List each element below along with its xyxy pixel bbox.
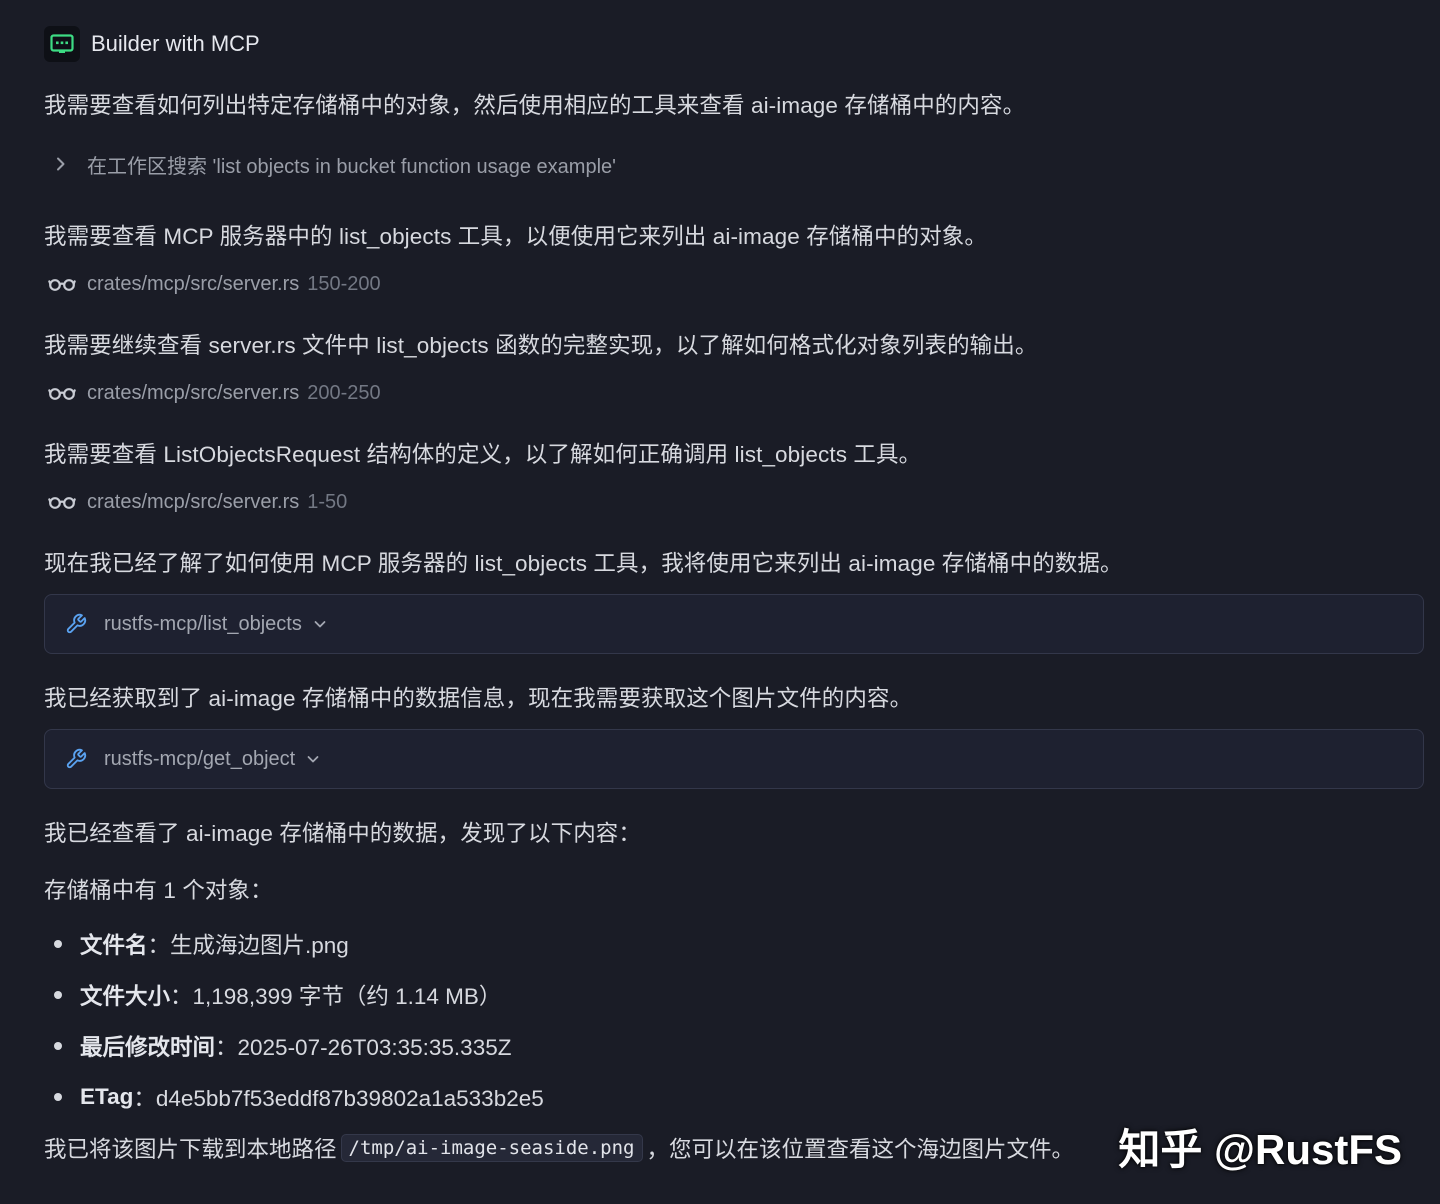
detail-value: ：1,198,399 字节（约 1.14 MB） bbox=[170, 983, 502, 1009]
assistant-message: 我需要查看 ListObjectsRequest 结构体的定义，以了解如何正确调… bbox=[44, 442, 922, 467]
assistant-message: 现在我已经了解了如何使用 MCP 服务器的 list_objects 工具，我将… bbox=[44, 551, 1123, 576]
chevron-down-icon[interactable] bbox=[305, 751, 321, 767]
wrench-icon bbox=[66, 748, 87, 769]
tool-name: rustfs-mcp/list_objects bbox=[104, 612, 302, 635]
terminal-chat-icon bbox=[44, 26, 80, 62]
inline-code-path: /tmp/ai-image-seaside.png bbox=[340, 1134, 643, 1162]
bullet-icon bbox=[54, 990, 62, 999]
list-item: ETag ：d4e5bb7f53eddf87b39802a1a533b2e5 bbox=[44, 1071, 544, 1122]
agent-name: Builder with MCP bbox=[91, 31, 260, 56]
agent-header: Builder with MCP bbox=[44, 26, 260, 62]
detail-value: ：2025-07-26T03:35:35.335Z bbox=[215, 1034, 512, 1060]
search-step-label: 在工作区搜索 'list objects in bucket function … bbox=[87, 155, 616, 178]
chevron-down-icon[interactable] bbox=[312, 616, 328, 632]
line-range: 200-250 bbox=[307, 381, 381, 404]
line-range: 1-50 bbox=[307, 490, 348, 513]
chevron-right-icon[interactable] bbox=[52, 155, 70, 173]
watermark: 知乎 @RustFS bbox=[1118, 1126, 1402, 1173]
glasses-icon bbox=[48, 388, 76, 400]
tool-name: rustfs-mcp/get_object bbox=[104, 747, 296, 770]
wrench-icon bbox=[66, 613, 87, 634]
assistant-message: 我需要查看如何列出特定存储桶中的对象，然后使用相应的工具来查看 ai-image… bbox=[44, 93, 1026, 118]
glasses-icon bbox=[48, 497, 76, 509]
list-item: 文件大小 ：1,198,399 字节（约 1.14 MB） bbox=[44, 969, 544, 1020]
detail-key: 最后修改时间 bbox=[80, 1034, 216, 1060]
tool-call-get-object[interactable]: rustfs-mcp/get_object bbox=[44, 729, 1424, 789]
file-path[interactable]: crates/mcp/src/server.rs bbox=[87, 273, 299, 296]
assistant-message: 我需要继续查看 server.rs 文件中 list_objects 函数的完整… bbox=[44, 333, 1038, 358]
detail-value: ：生成海边图片.png bbox=[147, 932, 349, 958]
assistant-message: 我需要查看 MCP 服务器中的 list_objects 工具，以便使用它来列出… bbox=[44, 224, 987, 249]
assistant-message-final: 我已将该图片下载到本地路径 /tmp/ai-image-seaside.png … bbox=[44, 1132, 1074, 1164]
file-read-step[interactable]: crates/mcp/src/server.rs 150-200 bbox=[48, 270, 381, 298]
assistant-message: 我已经获取到了 ai-image 存储桶中的数据信息，现在我需要获取这个图片文件… bbox=[44, 686, 913, 711]
final-text-after: ，您可以在该位置查看这个海边图片文件。 bbox=[646, 1137, 1075, 1162]
detail-value: ：d4e5bb7f53eddf87b39802a1a533b2e5 bbox=[133, 1085, 544, 1111]
file-read-step[interactable]: crates/mcp/src/server.rs 1-50 bbox=[48, 488, 347, 516]
glasses-icon bbox=[48, 279, 76, 291]
detail-key: 文件名 bbox=[80, 932, 148, 958]
workspace-search-step[interactable]: 在工作区搜索 'list objects in bucket function … bbox=[52, 150, 616, 178]
assistant-message: 存储桶中有 1 个对象： bbox=[44, 878, 273, 903]
file-read-step[interactable]: crates/mcp/src/server.rs 200-250 bbox=[48, 379, 381, 407]
file-path[interactable]: crates/mcp/src/server.rs bbox=[87, 382, 299, 405]
list-item: 文件名 ：生成海边图片.png bbox=[44, 918, 544, 969]
file-path[interactable]: crates/mcp/src/server.rs bbox=[87, 491, 299, 514]
assistant-message: 我已经查看了 ai-image 存储桶中的数据，发现了以下内容： bbox=[44, 821, 641, 846]
bullet-icon bbox=[54, 1041, 62, 1050]
object-details-list: 文件名 ：生成海边图片.png 文件大小 ：1,198,399 字节（约 1.1… bbox=[44, 918, 544, 1122]
bullet-icon bbox=[54, 1092, 62, 1101]
final-text-before: 我已将该图片下载到本地路径 bbox=[44, 1137, 337, 1162]
list-item: 最后修改时间 ：2025-07-26T03:35:35.335Z bbox=[44, 1020, 544, 1071]
line-range: 150-200 bbox=[307, 272, 381, 295]
tool-call-list-objects[interactable]: rustfs-mcp/list_objects bbox=[44, 594, 1424, 654]
detail-key: ETag bbox=[80, 1083, 134, 1109]
bullet-icon bbox=[54, 939, 62, 948]
detail-key: 文件大小 bbox=[80, 983, 171, 1009]
